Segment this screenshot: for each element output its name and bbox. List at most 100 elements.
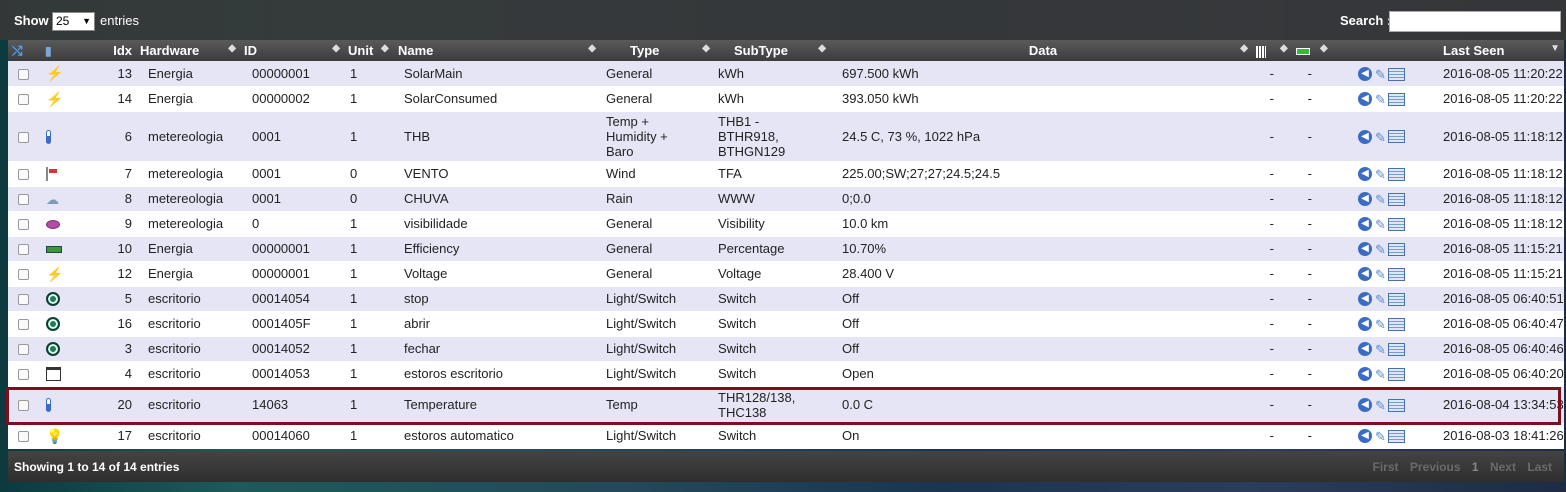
table-row[interactable]: 6 metereologia 0001 1 THB Temp + Humidity + B… — [8, 111, 1564, 162]
notifications-icon[interactable] — [1388, 292, 1405, 306]
row-select-cell[interactable] — [8, 86, 36, 112]
edit-icon[interactable]: ✎ — [1375, 317, 1386, 332]
header-last-seen[interactable]: Last Seen ▼ — [1439, 40, 1564, 61]
header-signal[interactable] — [1252, 40, 1274, 61]
edit-icon[interactable]: ✎ — [1375, 67, 1386, 82]
log-icon[interactable]: ◀ — [1358, 367, 1372, 382]
page-1-button[interactable]: 1 — [1472, 460, 1479, 474]
table-row[interactable]: 7 metereologia 0001 0 VENTO Wind TFA 225.00;SW;… — [8, 161, 1564, 187]
row-select-cell[interactable] — [8, 61, 36, 87]
edit-icon[interactable]: ✎ — [1375, 130, 1386, 145]
header-select-all[interactable]: ⤭ — [8, 40, 36, 61]
log-icon[interactable]: ◀ — [1358, 92, 1372, 107]
log-icon[interactable]: ◀ — [1358, 292, 1372, 307]
row-select-cell[interactable] — [8, 386, 36, 424]
notifications-icon[interactable] — [1388, 398, 1405, 412]
header-subtype[interactable]: SubType ◆ — [714, 40, 830, 61]
log-icon[interactable]: ◀ — [1358, 429, 1372, 444]
row-select-cell[interactable] — [8, 211, 36, 237]
edit-icon[interactable]: ✎ — [1375, 267, 1386, 282]
header-type[interactable]: Type ◆ — [600, 40, 714, 61]
row-checkbox[interactable] — [18, 319, 29, 331]
table-row[interactable]: 10 Energia 00000001 1 Efficiency General Perce… — [8, 236, 1564, 262]
row-checkbox[interactable] — [18, 244, 29, 256]
table-row[interactable]: 3 escritorio 00014052 1 fechar Light/Switch Sw… — [8, 336, 1564, 362]
row-select-cell[interactable] — [8, 261, 36, 287]
notifications-icon[interactable] — [1388, 317, 1405, 331]
table-row[interactable]: ☁ 8 metereologia 0001 0 CHUVA Rain WWW 0;0.0- - ◀ ✎… — [8, 186, 1564, 212]
edit-icon[interactable]: ✎ — [1375, 92, 1386, 107]
row-select-cell[interactable] — [8, 236, 36, 262]
notifications-icon[interactable] — [1388, 429, 1405, 443]
table-row[interactable]: 20 escritorio 14063 1 Temperature Temp THR128/… — [8, 386, 1564, 424]
row-checkbox[interactable] — [18, 431, 29, 443]
header-signal-sort[interactable]: ◆ — [1274, 40, 1314, 61]
notifications-icon[interactable] — [1388, 67, 1405, 81]
table-row[interactable]: 4 escritorio 00014053 1 estoros escritorio Li… — [8, 361, 1564, 387]
edit-icon[interactable]: ✎ — [1375, 398, 1386, 413]
table-row[interactable]: ⚡ 13 Energia 00000001 1 SolarMain General kWh 69… — [8, 61, 1564, 87]
table-row[interactable]: ⚡ 14 Energia 00000002 1 SolarConsumed General k… — [8, 86, 1564, 112]
next-page-button[interactable]: Next — [1490, 460, 1516, 474]
row-select-cell[interactable] — [8, 311, 36, 337]
log-icon[interactable]: ◀ — [1358, 67, 1372, 82]
previous-page-button[interactable]: Previous — [1410, 460, 1461, 474]
log-icon[interactable]: ◀ — [1358, 267, 1372, 282]
notifications-icon[interactable] — [1388, 267, 1405, 281]
row-checkbox[interactable] — [18, 344, 29, 356]
row-select-cell[interactable] — [8, 336, 36, 362]
notifications-icon[interactable] — [1388, 192, 1405, 206]
row-checkbox[interactable] — [18, 269, 29, 281]
log-icon[interactable]: ◀ — [1358, 167, 1372, 182]
log-icon[interactable]: ◀ — [1358, 398, 1372, 413]
row-select-cell[interactable] — [8, 361, 36, 387]
row-select-cell[interactable] — [8, 423, 36, 449]
edit-icon[interactable]: ✎ — [1375, 192, 1386, 207]
header-idx[interactable]: Idx — [96, 40, 136, 61]
log-icon[interactable]: ◀ — [1358, 342, 1372, 357]
row-checkbox[interactable] — [18, 400, 29, 412]
row-checkbox[interactable] — [18, 68, 29, 80]
notifications-icon[interactable] — [1388, 92, 1405, 106]
edit-icon[interactable]: ✎ — [1375, 292, 1386, 307]
edit-icon[interactable]: ✎ — [1375, 429, 1386, 444]
shuffle-icon[interactable]: ⤭ — [12, 43, 22, 58]
notifications-icon[interactable] — [1388, 242, 1405, 256]
edit-icon[interactable]: ✎ — [1375, 217, 1386, 232]
notifications-icon[interactable] — [1388, 167, 1405, 181]
last-page-button[interactable]: Last — [1527, 460, 1552, 474]
log-icon[interactable]: ◀ — [1358, 242, 1372, 257]
log-icon[interactable]: ◀ — [1358, 192, 1372, 207]
log-icon[interactable]: ◀ — [1358, 317, 1372, 332]
notifications-icon[interactable] — [1388, 130, 1405, 144]
header-id[interactable]: ID ◆ — [240, 40, 344, 61]
log-icon[interactable]: ◀ — [1358, 129, 1372, 144]
edit-icon[interactable]: ✎ — [1375, 242, 1386, 257]
trash-icon[interactable]: ▮ — [45, 44, 52, 58]
log-icon[interactable]: ◀ — [1358, 217, 1372, 232]
header-name[interactable]: ◆ Name ◆ — [381, 40, 600, 61]
edit-icon[interactable]: ✎ — [1375, 167, 1386, 182]
search-input[interactable] — [1389, 11, 1561, 32]
notifications-icon[interactable] — [1388, 342, 1405, 356]
row-checkbox[interactable] — [18, 169, 29, 181]
row-checkbox[interactable] — [18, 294, 29, 306]
row-checkbox[interactable] — [18, 194, 29, 206]
table-row[interactable]: 💡 17 escritorio 00014060 1 estoros automatico… — [8, 423, 1564, 449]
row-select-cell[interactable] — [8, 286, 36, 312]
edit-icon[interactable]: ✎ — [1375, 342, 1386, 357]
row-select-cell[interactable] — [8, 161, 36, 187]
row-select-cell[interactable] — [8, 186, 36, 212]
header-data[interactable]: Data ◆ — [830, 40, 1252, 61]
header-battery[interactable]: ◆ — [1314, 40, 1354, 61]
table-row[interactable]: ⚡ 12 Energia 00000001 1 Voltage General Voltage… — [8, 261, 1564, 287]
edit-icon[interactable]: ✎ — [1375, 367, 1386, 382]
entries-per-page-select[interactable]: 25 ▼ — [52, 12, 95, 31]
notifications-icon[interactable] — [1388, 217, 1405, 231]
table-row[interactable]: 16 escritorio 0001405F 1 abrir Light/Switch Sw… — [8, 311, 1564, 337]
header-hardware[interactable]: Hardware ◆ — [136, 40, 240, 61]
row-checkbox[interactable] — [18, 94, 29, 106]
row-checkbox[interactable] — [18, 219, 29, 231]
row-checkbox[interactable] — [18, 131, 29, 143]
notifications-icon[interactable] — [1388, 367, 1405, 381]
